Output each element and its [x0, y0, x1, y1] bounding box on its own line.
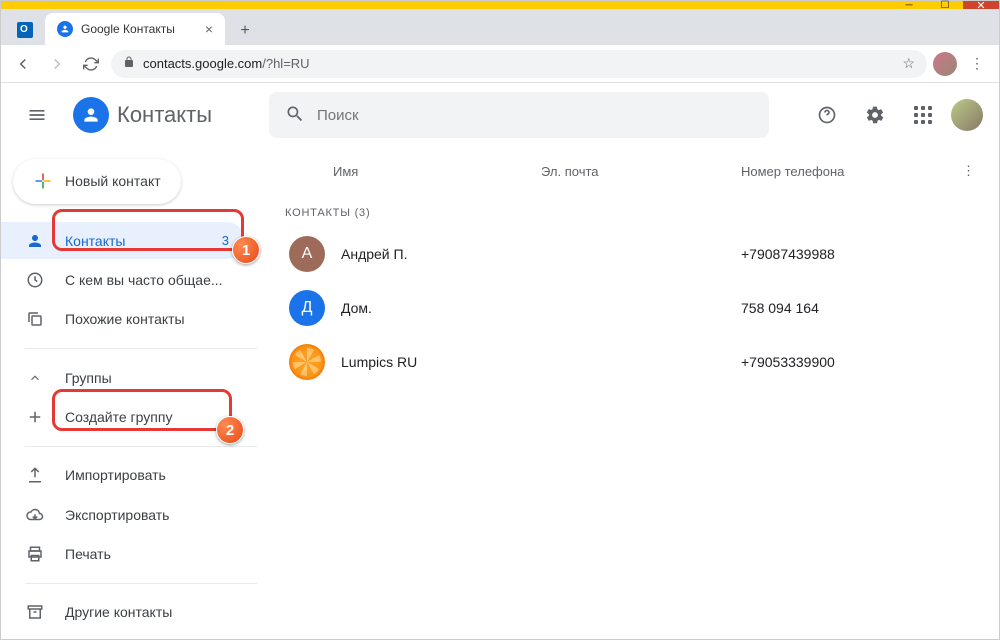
- sidebar-item-export[interactable]: Экспортировать: [1, 496, 245, 533]
- settings-button[interactable]: [855, 95, 895, 135]
- contact-name: Андрей П.: [341, 246, 541, 262]
- window-maximize-button[interactable]: ☐: [927, 1, 963, 9]
- browser-profile-avatar[interactable]: [933, 52, 957, 76]
- window-titlebar: ─ ☐ ✕: [1, 1, 999, 9]
- contact-phone: 758 094 164: [741, 300, 975, 316]
- app-title: Контакты: [117, 102, 212, 128]
- main-content: Имя Эл. почта Номер телефона ⋮ КОНТАКТЫ …: [257, 147, 999, 639]
- sidebar: Новый контакт Контакты 3 С кем вы часто …: [1, 147, 257, 639]
- create-contact-label: Новый контакт: [65, 173, 161, 189]
- tab-close-icon[interactable]: ×: [205, 21, 213, 37]
- app-content: Контакты: [1, 83, 999, 639]
- google-apps-button[interactable]: [903, 95, 943, 135]
- address-bar[interactable]: contacts.google.com/?hl=RU ☆: [111, 50, 927, 78]
- col-name-header: Имя: [281, 164, 541, 179]
- nav-back-button[interactable]: [9, 50, 37, 78]
- chevron-up-icon: [25, 371, 45, 385]
- contact-name: Lumpics RU: [341, 354, 541, 370]
- app-header: Контакты: [1, 83, 999, 147]
- sidebar-item-frequent[interactable]: С кем вы часто общае...: [1, 261, 245, 298]
- contact-phone: +79053339900: [741, 354, 975, 370]
- contacts-favicon-icon: [57, 21, 73, 37]
- new-tab-button[interactable]: +: [231, 17, 259, 45]
- sidebar-item-other[interactable]: Другие контакты: [1, 594, 245, 631]
- contacts-count: 3: [222, 233, 229, 248]
- tab-title: Google Контакты: [81, 22, 197, 36]
- col-email-header: Эл. почта: [541, 164, 741, 179]
- pinned-tab-outlook[interactable]: [9, 15, 41, 45]
- sidebar-item-create-group[interactable]: Создайте группу: [1, 398, 245, 435]
- add-label-icon: [25, 408, 45, 426]
- browser-menu-button[interactable]: ⋮: [963, 50, 991, 78]
- account-avatar[interactable]: [951, 99, 983, 131]
- contact-row[interactable]: Lumpics RU +79053339900: [273, 335, 983, 389]
- browser-tab-active[interactable]: Google Контакты ×: [45, 13, 225, 45]
- apps-grid-icon: [914, 106, 932, 124]
- divider: [25, 446, 257, 447]
- outlook-icon: [17, 22, 33, 38]
- plus-icon: [33, 171, 53, 191]
- sidebar-item-groups[interactable]: Группы: [1, 359, 245, 396]
- sidebar-item-import[interactable]: Импортировать: [1, 457, 245, 494]
- divider: [25, 583, 257, 584]
- help-button[interactable]: [807, 95, 847, 135]
- print-icon: [25, 545, 45, 563]
- sidebar-item-merge[interactable]: Похожие контакты: [1, 301, 245, 338]
- contact-avatar: [289, 344, 325, 380]
- nav-reload-button[interactable]: [77, 50, 105, 78]
- copy-icon: [25, 310, 45, 328]
- window-minimize-button[interactable]: ─: [891, 1, 927, 9]
- clock-icon: [25, 271, 45, 289]
- main-menu-button[interactable]: [17, 95, 57, 135]
- nav-forward-button[interactable]: [43, 50, 71, 78]
- url-text: contacts.google.com/?hl=RU: [143, 56, 310, 71]
- sidebar-item-contacts[interactable]: Контакты 3: [1, 222, 245, 259]
- divider: [25, 348, 257, 349]
- section-label: КОНТАКТЫ (3): [273, 195, 983, 227]
- archive-icon: [25, 603, 45, 621]
- search-input[interactable]: [317, 107, 753, 124]
- contact-name: Дом.: [341, 300, 541, 316]
- search-box[interactable]: [269, 92, 769, 138]
- window-close-button[interactable]: ✕: [963, 1, 999, 9]
- contact-row[interactable]: Д Дом. 758 094 164: [273, 281, 983, 335]
- contact-avatar: А: [289, 236, 325, 272]
- list-header: Имя Эл. почта Номер телефона ⋮: [273, 147, 983, 195]
- upload-icon: [25, 466, 45, 484]
- cloud-download-icon: [25, 506, 45, 524]
- app-logo[interactable]: Контакты: [73, 97, 253, 133]
- person-icon: [25, 232, 45, 250]
- bookmark-star-icon[interactable]: ☆: [902, 55, 915, 72]
- search-icon: [285, 104, 305, 127]
- contact-phone: +79087439988: [741, 246, 975, 262]
- create-contact-button[interactable]: Новый контакт: [13, 159, 181, 204]
- browser-tabstrip: Google Контакты × +: [1, 9, 999, 45]
- list-more-button[interactable]: ⋮: [935, 163, 975, 179]
- contact-avatar: Д: [289, 290, 325, 326]
- sidebar-item-print[interactable]: Печать: [1, 535, 245, 572]
- browser-toolbar: contacts.google.com/?hl=RU ☆ ⋮: [1, 45, 999, 83]
- col-phone-header: Номер телефона: [741, 164, 935, 179]
- contacts-logo-icon: [73, 97, 109, 133]
- contact-row[interactable]: А Андрей П. +79087439988: [273, 227, 983, 281]
- lock-icon: [123, 56, 135, 71]
